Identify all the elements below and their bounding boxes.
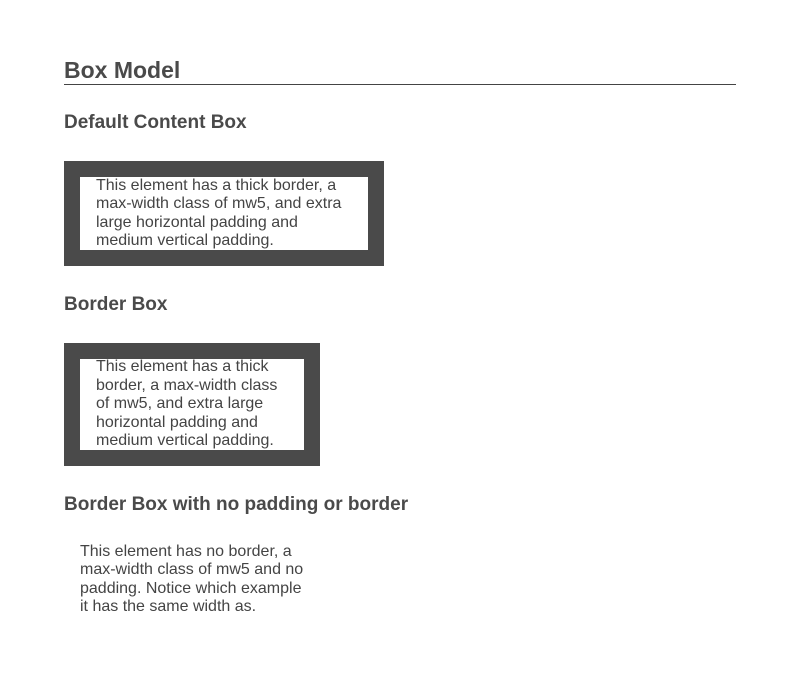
- page-container: Box Model Default Content Box This eleme…: [64, 0, 736, 615]
- section-heading-default-content-box: Default Content Box: [64, 112, 247, 133]
- page-title: Box Model: [64, 0, 736, 85]
- content-box-text: This element has a thick border, a max-w…: [80, 177, 368, 250]
- border-box-text: This element has a thick border, a max-w…: [80, 358, 304, 450]
- content-box-example: This element has a thick border, a max-w…: [64, 161, 384, 266]
- section-heading-border-box: Border Box: [64, 294, 168, 315]
- section-heading-no-padding-border: Border Box with no padding or border: [64, 494, 409, 515]
- border-box-example: This element has a thick border, a max-w…: [64, 343, 320, 466]
- no-padding-border-text: This element has no border, a max-width …: [80, 543, 304, 616]
